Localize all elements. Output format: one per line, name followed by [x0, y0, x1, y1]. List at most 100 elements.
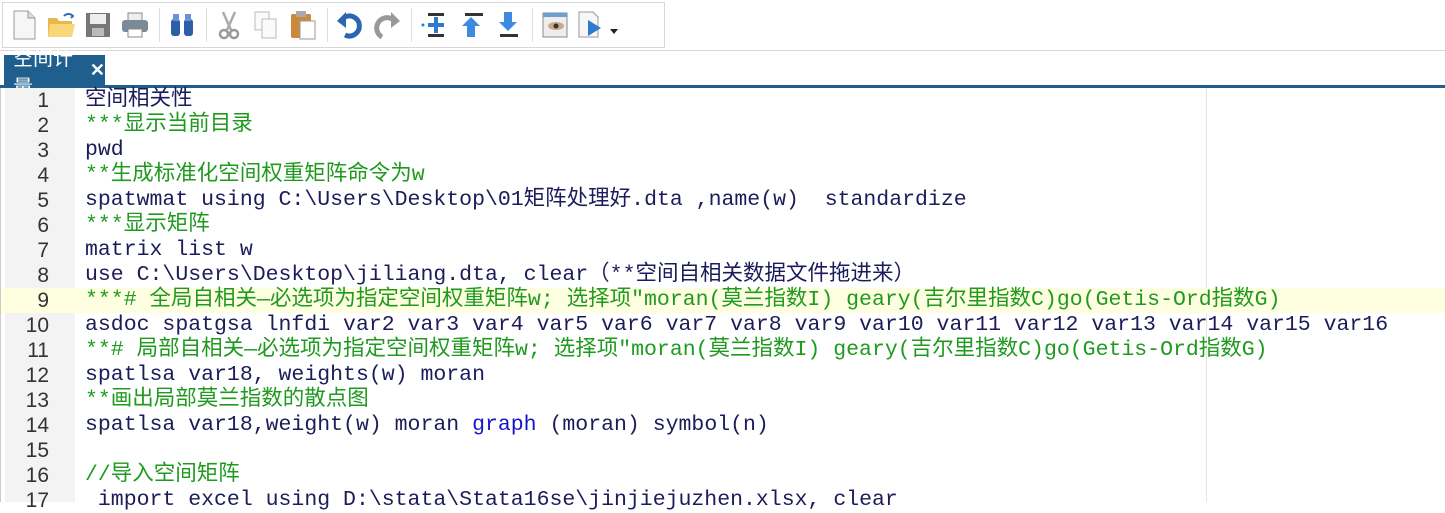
code-text: **# 局部自相关—必选项为指定空间权重矩阵w; 选择项"moran(莫兰指数I… — [85, 338, 1268, 363]
code-token: spatwmat using C:\Users\Desktop\01矩阵处理好.… — [85, 188, 967, 212]
line-number: 2 — [37, 114, 49, 137]
insert-line-icon — [421, 13, 444, 37]
toolbar-separator — [532, 8, 533, 42]
new-file-button[interactable] — [7, 8, 41, 42]
code-line[interactable]: 15 — [1, 438, 1445, 463]
code-text: spatlsa var18,weight(w) moran graph (mor… — [85, 413, 769, 438]
find-button[interactable] — [165, 8, 199, 42]
save-button[interactable] — [81, 8, 115, 42]
code-token: **生成标准化空间权重矩阵命令为w — [85, 163, 425, 187]
arrow-up-icon — [462, 13, 483, 37]
code-text: **生成标准化空间权重矩阵命令为w — [85, 163, 425, 188]
code-text: ***显示矩阵 — [85, 213, 210, 238]
code-line[interactable]: 2 ***显示当前目录 — [1, 113, 1445, 138]
view-button[interactable] — [538, 8, 572, 42]
paste-icon — [291, 11, 316, 40]
cut-button[interactable] — [212, 8, 246, 42]
toolbar — [2, 2, 665, 48]
move-up-button[interactable] — [454, 8, 488, 42]
code-token: ***显示当前目录 — [85, 113, 253, 137]
code-text: **画出局部莫兰指数的散点图 — [85, 388, 369, 413]
code-line[interactable]: 14 spatlsa var18,weight(w) moran graph (m… — [1, 413, 1445, 438]
toolbar-separator — [206, 8, 207, 42]
undo-button[interactable] — [333, 8, 367, 42]
code-token: pwd — [85, 138, 124, 162]
code-text: pwd — [85, 138, 124, 163]
line-number: 13 — [25, 389, 49, 412]
code-token: **# 局部自相关—必选项为指定空间权重矩阵w; 选择项"moran(莫兰指数I… — [85, 338, 1268, 362]
code-text: spatwmat using C:\Users\Desktop\01矩阵处理好.… — [85, 188, 967, 213]
insert-line-button[interactable] — [417, 8, 451, 42]
code-token: matrix list w — [85, 238, 253, 262]
code-line[interactable]: 3 pwd — [1, 138, 1445, 163]
code-token: **画出局部莫兰指数的散点图 — [85, 388, 369, 412]
code-token: spatlsa var18, weights(w) moran — [85, 363, 485, 387]
print-icon — [122, 12, 148, 38]
code-token: //导入空间矩阵 — [85, 463, 240, 487]
execute-icon — [578, 11, 618, 38]
copy-button[interactable] — [249, 8, 283, 42]
code-text: 空间相关性 — [85, 88, 193, 113]
code-text: spatlsa var18, weights(w) moran — [85, 363, 485, 388]
code-token: 空间相关性 — [85, 88, 193, 112]
line-number: 14 — [25, 414, 49, 437]
execute-button[interactable] — [575, 8, 621, 42]
code-text: asdoc spatgsa lnfdi var2 var3 var4 var5 … — [85, 313, 1388, 338]
code-line[interactable]: 1 空间相关性 — [1, 88, 1445, 113]
undo-icon — [337, 12, 362, 39]
save-icon — [86, 13, 110, 37]
line-number: 12 — [25, 364, 49, 387]
tab-spatial-econometrics[interactable]: 空间计量 ✕ — [4, 48, 105, 99]
code-line[interactable]: 5 spatwmat using C:\Users\Desktop\01矩阵处理好… — [1, 188, 1445, 213]
code-text: //导入空间矩阵 — [85, 463, 240, 488]
code-line[interactable]: 4 **生成标准化空间权重矩阵命令为w — [1, 163, 1445, 188]
code-token: (moran) symbol(n) — [536, 413, 769, 437]
print-button[interactable] — [118, 8, 152, 42]
code-line[interactable]: 7 matrix list w — [1, 238, 1445, 263]
code-text: ***# 全局自相关—必选项为指定空间权重矩阵w; 选择项"moran(莫兰指数… — [85, 288, 1281, 313]
tab-bar: 空间计量 ✕ — [0, 48, 1445, 99]
scissors-icon — [218, 11, 240, 40]
line-number: 5 — [37, 189, 49, 212]
code-line[interactable]: 8 use C:\Users\Desktop\jiliang.dta, clear… — [1, 263, 1445, 288]
line-number: 15 — [25, 439, 49, 462]
toolbar-separator — [327, 8, 328, 42]
code-text: import excel using D:\stata\Stata16se\ji… — [85, 488, 898, 513]
code-text: use C:\Users\Desktop\jiliang.dta, clear（… — [85, 263, 915, 288]
toolbar-separator — [411, 8, 412, 42]
line-number: 8 — [37, 264, 49, 287]
binoculars-icon — [171, 14, 193, 36]
line-number: 17 — [25, 489, 49, 512]
redo-icon — [374, 12, 400, 39]
code-line[interactable]: 13 **画出局部莫兰指数的散点图 — [1, 388, 1445, 413]
eye-window-icon — [542, 12, 568, 38]
line-number: 6 — [37, 214, 49, 237]
code-line[interactable]: 16 //导入空间矩阵 — [1, 463, 1445, 488]
code-text: ***显示当前目录 — [85, 113, 253, 138]
line-number: 11 — [27, 339, 49, 362]
line-number: 3 — [37, 139, 49, 162]
code-line[interactable]: 9 ***# 全局自相关—必选项为指定空间权重矩阵w; 选择项"moran(莫兰指… — [1, 288, 1445, 313]
code-text: matrix list w — [85, 238, 253, 263]
code-line[interactable]: 17 import excel using D:\stata\Stata16se… — [1, 488, 1445, 513]
code-token: use C:\Users\Desktop\jiliang.dta, clear（… — [85, 263, 915, 287]
code-token: asdoc spatgsa lnfdi var2 var3 var4 var5 … — [85, 313, 1389, 337]
paste-button[interactable] — [286, 8, 320, 42]
code-line[interactable]: 11 **# 局部自相关—必选项为指定空间权重矩阵w; 选择项"moran(莫兰指… — [1, 338, 1445, 363]
new-file-icon — [13, 10, 36, 40]
code-editor[interactable]: 1 空间相关性 2 ***显示当前目录 3 pwd 4 **生成标准化空间权重矩阵命令为w 5 s… — [0, 88, 1445, 512]
open-button[interactable] — [44, 8, 78, 42]
line-number: 1 — [37, 89, 49, 112]
redo-button[interactable] — [370, 8, 404, 42]
folder-open-icon — [48, 13, 75, 37]
close-tab-icon[interactable]: ✕ — [90, 60, 105, 81]
arrow-down-icon — [499, 12, 518, 37]
code-line[interactable]: 10 asdoc spatgsa lnfdi var2 var3 var4 var… — [1, 313, 1445, 338]
code-line[interactable]: 6 ***显示矩阵 — [1, 213, 1445, 238]
copy-icon — [254, 11, 277, 39]
move-down-button[interactable] — [491, 8, 525, 42]
code-token: spatlsa var18,weight(w) moran — [85, 413, 473, 437]
code-line[interactable]: 12 spatlsa var18, weights(w) moran — [1, 363, 1445, 388]
code-token: import excel using D:\stata\Stata16se\ji… — [85, 488, 898, 512]
line-number: 4 — [37, 164, 49, 187]
